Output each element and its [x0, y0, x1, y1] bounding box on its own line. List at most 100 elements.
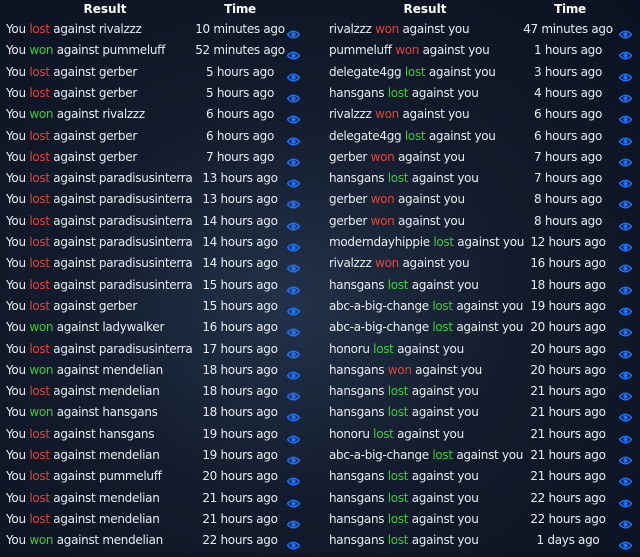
eye-icon[interactable] — [286, 46, 301, 60]
time-text: 13 hours ago — [202, 171, 278, 186]
time-text: 21 hours ago — [530, 426, 606, 441]
eye-icon[interactable] — [286, 217, 301, 231]
eye-icon[interactable] — [618, 430, 633, 444]
subject-text: gerber — [329, 213, 368, 228]
eye-icon[interactable] — [618, 302, 633, 316]
opponent-text: against paradisusinterra — [53, 235, 193, 249]
eye-icon[interactable] — [618, 153, 633, 167]
eye-icon[interactable] — [286, 408, 301, 422]
eye-icon[interactable] — [286, 430, 301, 444]
eye-icon[interactable] — [618, 25, 633, 39]
time-text: 13 hours ago — [202, 192, 278, 207]
outcome-text: won — [370, 213, 395, 228]
subject-text: hansgans — [329, 533, 385, 548]
eye-icon[interactable] — [286, 302, 301, 316]
time-text: 12 hours ago — [530, 235, 606, 249]
eye-icon[interactable] — [286, 536, 301, 550]
subject-text: You — [6, 277, 26, 292]
eye-icon[interactable] — [618, 259, 633, 273]
time-text: 18 hours ago — [202, 362, 278, 377]
eye-icon[interactable] — [286, 259, 301, 273]
outcome-text: lost — [29, 22, 50, 36]
game-row: You won against mendelian 18 hours ago — [0, 360, 320, 381]
eye-icon[interactable] — [618, 89, 633, 103]
eye-icon[interactable] — [286, 387, 301, 401]
eye-icon[interactable] — [618, 494, 633, 508]
outcome-text: lost — [387, 469, 409, 484]
result-text: You lost against hansgans — [6, 424, 154, 445]
eye-icon[interactable] — [286, 110, 301, 124]
subject-text: abc-a-big-change — [329, 320, 429, 335]
opponent-text: against you — [402, 22, 470, 36]
subject-text: hansgans — [329, 277, 385, 292]
subject-text: You — [6, 511, 26, 526]
eye-icon[interactable] — [286, 366, 301, 380]
game-row: moderndayhippie lost against you 12 hours… — [320, 232, 640, 253]
subject-text: You — [6, 533, 26, 548]
time-text: 15 hours ago — [202, 298, 278, 313]
eye-icon[interactable] — [286, 238, 301, 252]
time-text: 5 hours ago — [205, 85, 274, 100]
opponent-text: against gerber — [53, 64, 137, 79]
eye-icon[interactable] — [618, 536, 633, 550]
outcome-text: lost — [387, 511, 409, 526]
result-text: You lost against paradisusinterra — [6, 168, 193, 189]
result-text: delegate4gg lost against you — [329, 62, 496, 83]
eye-icon[interactable] — [286, 323, 301, 337]
eye-icon[interactable] — [286, 89, 301, 103]
eye-icon[interactable] — [618, 174, 633, 188]
eye-icon[interactable] — [618, 366, 633, 380]
eye-icon[interactable] — [618, 217, 633, 231]
result-text: delegate4gg lost against you — [329, 126, 496, 147]
result-text: honoru lost against you — [329, 339, 464, 360]
eye-icon[interactable] — [618, 345, 633, 358]
eye-icon[interactable] — [286, 281, 301, 295]
eye-icon[interactable] — [618, 68, 633, 82]
eye-icon[interactable] — [286, 345, 301, 358]
game-row: You lost against paradisusinterra 17 hour… — [0, 339, 320, 360]
eye-icon[interactable] — [286, 195, 301, 209]
time-text: 8 hours ago — [533, 213, 602, 228]
eye-icon[interactable] — [286, 515, 301, 529]
outcome-text: won — [395, 43, 420, 58]
eye-icon[interactable] — [618, 46, 633, 60]
eye-icon[interactable] — [618, 238, 633, 252]
time-text: 19 hours ago — [202, 448, 278, 462]
subject-text: hansgans — [329, 511, 385, 526]
eye-icon[interactable] — [286, 451, 301, 465]
subject-text: You — [6, 107, 26, 122]
result-text: You lost against paradisusinterra — [6, 253, 193, 274]
eye-icon[interactable] — [618, 472, 633, 486]
game-row: hansgans won against you 20 hours ago — [320, 360, 640, 381]
eye-icon[interactable] — [618, 451, 633, 465]
eye-icon[interactable] — [618, 515, 633, 529]
game-row: You lost against paradisusinterra 13 hour… — [0, 168, 320, 189]
eye-icon[interactable] — [286, 494, 301, 508]
result-text: gerber won against you — [329, 147, 465, 168]
eye-icon[interactable] — [286, 174, 301, 188]
eye-icon[interactable] — [286, 153, 301, 167]
eye-icon[interactable] — [618, 195, 633, 209]
eye-icon[interactable] — [286, 472, 301, 486]
eye-icon[interactable] — [286, 132, 301, 145]
result-text: You lost against mendelian — [6, 381, 160, 402]
outcome-text: won — [370, 192, 395, 207]
eye-icon[interactable] — [618, 323, 633, 337]
game-row: You lost against hansgans 19 hours ago — [0, 424, 320, 445]
eye-icon[interactable] — [618, 281, 633, 295]
outcome-text: lost — [387, 490, 409, 505]
eye-icon[interactable] — [286, 68, 301, 82]
eye-icon[interactable] — [618, 110, 633, 124]
eye-icon[interactable] — [618, 132, 633, 145]
game-row: rivalzzz won against you 47 minutes ago — [320, 19, 640, 40]
eye-icon[interactable] — [286, 25, 301, 39]
outcome-text: won — [29, 533, 54, 548]
eye-icon[interactable] — [618, 408, 633, 422]
subject-text: You — [6, 64, 26, 79]
eye-icon[interactable] — [618, 387, 633, 401]
outcome-text: lost — [29, 192, 50, 207]
opponent-text: against you — [411, 469, 479, 484]
game-row: gerber won against you 8 hours ago — [320, 211, 640, 232]
subject-text: You — [6, 213, 26, 228]
game-row: hansgans lost against you 22 hours ago — [320, 488, 640, 509]
